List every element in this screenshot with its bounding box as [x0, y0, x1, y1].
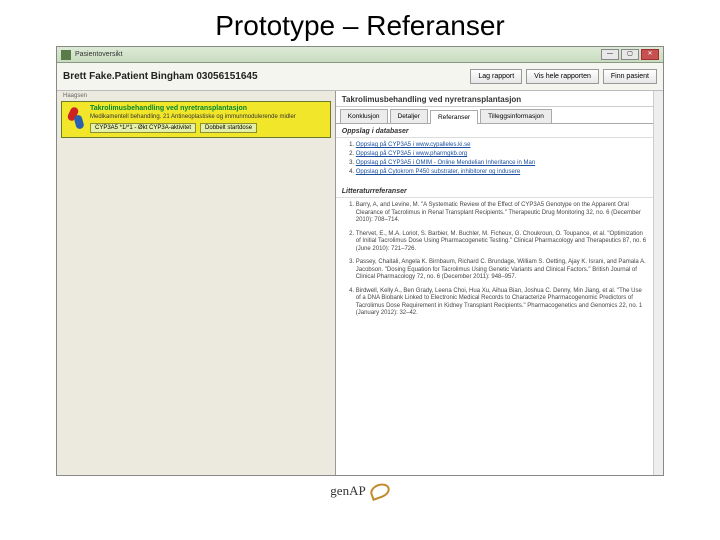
pills-icon	[65, 105, 87, 131]
show-full-report-button[interactable]: Vis hele rapporten	[526, 69, 599, 84]
ref-text: Thervet, E., M.A. Loriot, S. Barbier, M.…	[356, 231, 646, 252]
content-title: Takrolimusbehandling ved nyretransplanta…	[336, 91, 653, 107]
section-literature: Litteraturreferanser	[336, 184, 653, 198]
database-link-list: Oppslag på CYP3A5 i www.cypalleles.ki.se…	[336, 138, 653, 184]
app-icon	[61, 50, 71, 60]
header-bar: Brett Fake.Patient Bingham 03056151645 L…	[57, 63, 663, 91]
tab-details[interactable]: Detaljer	[390, 109, 428, 123]
ref-text: Passey, Chaitali, Angela K. Birnbaum, Ri…	[356, 259, 646, 280]
footer-logo-area: genAP	[0, 476, 720, 500]
create-report-button[interactable]: Lag rapport	[470, 69, 522, 84]
genotype-chip: CYP3A5 *1/*1 - Økt CYP3A-aktivitet	[90, 123, 196, 133]
maximize-button[interactable]: ▢	[621, 49, 639, 60]
minimize-button[interactable]: —	[601, 49, 619, 60]
right-column: Takrolimusbehandling ved nyretransplanta…	[336, 91, 663, 475]
db-link[interactable]: Oppslag på Cytokrom P450 substrater, inh…	[356, 169, 520, 175]
chip-row: CYP3A5 *1/*1 - Økt CYP3A-aktivitet Dobbe…	[90, 123, 327, 133]
tab-references[interactable]: Referanser	[430, 110, 478, 124]
logo-text: genAP	[330, 483, 365, 499]
right-inner: Takrolimusbehandling ved nyretransplanta…	[336, 91, 663, 475]
ref-text: Birdwell, Kelly A., Ben Grady, Leena Cho…	[356, 288, 643, 317]
patient-name: Brett Fake.Patient Bingham 03056151645	[63, 71, 466, 82]
ref-text: Barry, A, and Levine, M. "A Systematic R…	[356, 202, 641, 223]
left-subheading: Haagsen	[57, 91, 335, 99]
db-link[interactable]: Oppslag på CYP3A5 i www.cypalleles.ki.se	[356, 142, 471, 148]
find-patient-button[interactable]: Finn pasient	[603, 69, 657, 84]
literature-ref-list: Barry, A, and Levine, M. "A Systematic R…	[336, 198, 653, 330]
app-window: Pasientoversikt — ▢ ✕ Brett Fake.Patient…	[56, 46, 664, 476]
list-item: Thervet, E., M.A. Loriot, S. Barbier, M.…	[356, 231, 647, 254]
list-item: Oppslag på CYP3A5 i www.pharmgkb.org	[356, 151, 647, 157]
db-link[interactable]: Oppslag på CYP3A5 i OMIM - Online Mendel…	[356, 160, 535, 166]
list-item: Passey, Chaitali, Angela K. Birnbaum, Ri…	[356, 259, 647, 282]
window-buttons: — ▢ ✕	[601, 49, 659, 60]
list-item: Oppslag på Cytokrom P450 substrater, inh…	[356, 169, 647, 175]
list-item: Barry, A, and Levine, M. "A Systematic R…	[356, 202, 647, 225]
genap-logo: genAP	[330, 483, 389, 499]
body-columns: Haagsen Takrolimusbehandling ved nyretra…	[57, 91, 663, 475]
warning-title: Takrolimusbehandling ved nyretransplanta…	[90, 105, 327, 112]
list-item: Oppslag på CYP3A5 i OMIM - Online Mendel…	[356, 160, 647, 166]
dose-chip: Dobbelt startdose	[200, 123, 257, 133]
tab-bar: Konklusjon Detaljer Referanser Tilleggsi…	[336, 107, 653, 124]
section-database-lookups: Oppslag i databaser	[336, 124, 653, 138]
warning-panel[interactable]: Takrolimusbehandling ved nyretransplanta…	[61, 101, 331, 138]
left-column: Haagsen Takrolimusbehandling ved nyretra…	[57, 91, 336, 475]
titlebar: Pasientoversikt — ▢ ✕	[57, 47, 663, 63]
vertical-scrollbar[interactable]	[653, 91, 663, 475]
db-link[interactable]: Oppslag på CYP3A5 i www.pharmgkb.org	[356, 151, 467, 157]
list-item: Birdwell, Kelly A., Ben Grady, Leena Cho…	[356, 288, 647, 318]
slide-title: Prototype – Referanser	[0, 0, 720, 46]
tab-conclusion[interactable]: Konklusjon	[340, 109, 388, 123]
warning-subtitle: Medikamentell behandling. 21 Antineoplas…	[90, 114, 327, 120]
list-item: Oppslag på CYP3A5 i www.cypalleles.ki.se	[356, 142, 647, 148]
titlebar-text: Pasientoversikt	[75, 51, 601, 58]
tab-additional-info[interactable]: Tilleggsinformasjon	[480, 109, 552, 123]
logo-swirl-icon	[370, 484, 390, 498]
close-button[interactable]: ✕	[641, 49, 659, 60]
